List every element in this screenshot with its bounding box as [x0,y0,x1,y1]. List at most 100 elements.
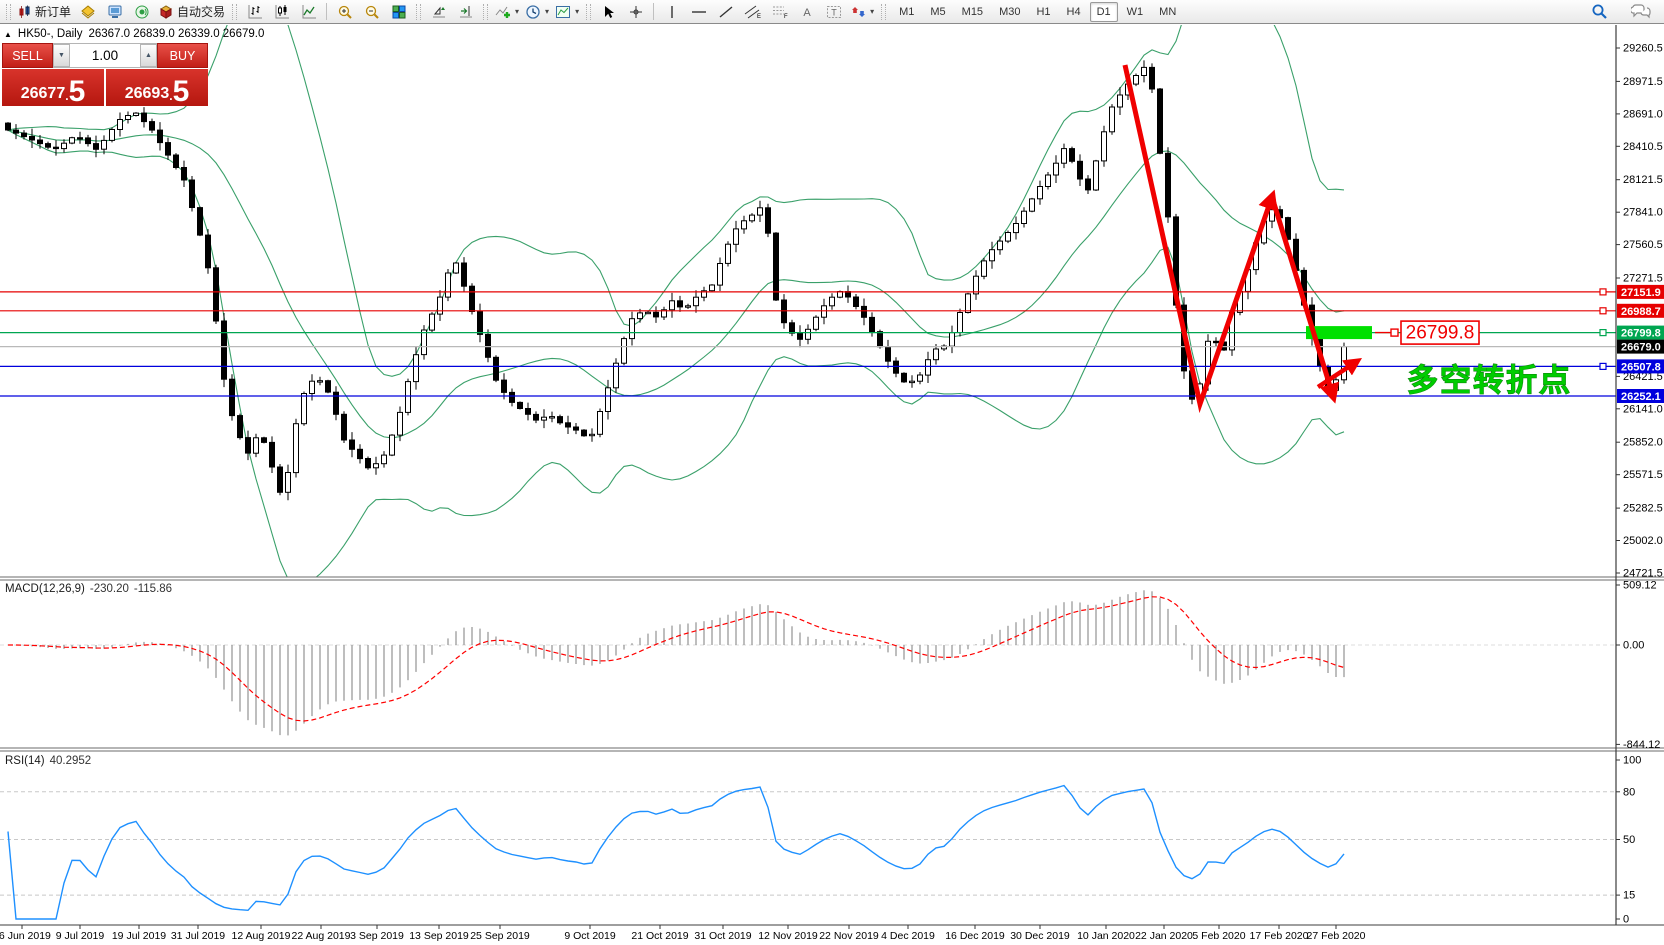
toolbar-separator [326,3,328,20]
svg-text:27841.0: 27841.0 [1623,207,1663,219]
svg-text:80: 80 [1623,786,1635,798]
svg-text:19 Jul 2019: 19 Jul 2019 [112,930,166,942]
cursor-button[interactable] [595,2,622,22]
svg-text:4 Dec 2019: 4 Dec 2019 [881,930,935,942]
toolbar-separator [653,3,655,20]
chat-button[interactable] [1627,2,1654,22]
candlestick-chart-button[interactable] [268,2,295,22]
svg-text:26679.0: 26679.0 [1621,342,1661,354]
svg-text:25852.0: 25852.0 [1623,437,1663,449]
svg-text:16 Dec 2019: 16 Dec 2019 [945,930,1005,942]
zoom-in-button[interactable] [331,2,358,22]
svg-text:509.12: 509.12 [1623,580,1657,592]
bar-chart-button[interactable] [241,2,268,22]
svg-text:E: E [757,14,761,19]
annotation-text: 多空转折点 [1407,363,1572,398]
new-order-label: 新订单 [35,5,72,19]
svg-text:10 Jan 2020: 10 Jan 2020 [1077,930,1135,942]
rsi-value: 40.2952 [49,755,92,767]
toolbar-grip[interactable] [232,3,238,20]
timeframe-mn[interactable]: MN [1152,2,1183,22]
svg-text:5 Feb 2020: 5 Feb 2020 [1192,930,1245,942]
trendline-button[interactable] [712,2,739,22]
svg-text:F: F [784,14,788,19]
volume-decrease-button[interactable]: ▼ [53,44,70,67]
timeframe-d1[interactable]: D1 [1089,1,1118,22]
svg-text:25282.5: 25282.5 [1623,503,1663,515]
quotes-button[interactable] [74,2,101,22]
indicators-dropdown-caret: ▾ [515,6,520,16]
profile-button[interactable] [101,2,128,22]
sell-price-box[interactable]: 26677 . 5 [2,69,104,106]
chart-title: ▲ HK50-, Daily 26367.0 26839.0 26339.0 2… [4,28,264,40]
tile-windows-button[interactable] [385,2,412,22]
text-label-icon: T [826,5,842,19]
toolbar-grip[interactable] [416,3,422,20]
svg-text:30 Dec 2019: 30 Dec 2019 [1010,930,1070,942]
fibonacci-button[interactable]: F [766,2,793,22]
timeframe-m5[interactable]: M5 [923,2,952,22]
timeframe-m1[interactable]: M1 [892,2,921,22]
search-icon [1591,3,1608,20]
new-order-icon [18,5,32,19]
new-order-button[interactable]: 新订单 [15,2,74,22]
volume-increase-button[interactable]: ▲ [140,44,157,67]
svg-text:28691.0: 28691.0 [1623,108,1663,120]
bar-chart-icon [247,4,263,20]
zoom-out-button[interactable] [358,2,385,22]
svg-text:27560.5: 27560.5 [1623,239,1663,251]
timeframe-m15[interactable]: M15 [955,2,990,22]
rsi-indicator-label: RSI(14) 40.2952 [5,755,91,767]
signals-button[interactable] [128,2,155,22]
toolbar-grip[interactable] [881,3,887,20]
svg-text:12 Nov 2019: 12 Nov 2019 [758,930,818,942]
horizontal-line-button[interactable] [685,2,712,22]
autotrade-icon [158,4,174,20]
search-button[interactable] [1586,2,1613,22]
chat-icon [1630,3,1651,20]
svg-text:T: T [831,7,837,17]
auto-scroll-icon [431,4,447,20]
svg-text:28410.5: 28410.5 [1623,141,1663,153]
svg-text:17 Feb 2020: 17 Feb 2020 [1250,930,1309,942]
indicators-button[interactable]: ▾ [492,2,522,22]
templates-button[interactable]: ▾ [552,2,582,22]
candlestick-chart-icon [274,4,290,20]
equidistant-channel-button[interactable]: E [739,2,766,22]
text-button[interactable]: A [793,2,820,22]
timeframe-group: M1 M5 M15 M30 H1 H4 D1 W1 MN [892,1,1183,22]
arrows-tool-button[interactable]: ▾ [847,2,877,22]
svg-text:-844.12: -844.12 [1623,739,1660,751]
sell-button[interactable]: SELL [2,43,53,68]
svg-text:28971.5: 28971.5 [1623,76,1663,88]
periods-button[interactable]: ▾ [522,2,552,22]
svg-text:26141.0: 26141.0 [1623,403,1663,415]
arrows-dropdown-caret: ▾ [870,6,875,16]
buy-button[interactable]: BUY [157,43,208,68]
price-chart-canvas[interactable]: 26799.8 多空转折点 29260.5 28971.5 28691.0 28410.5… [0,0,1664,945]
crosshair-button[interactable] [622,2,649,22]
autotrade-button[interactable]: 自动交易 [155,2,228,22]
chart-collapse-icon[interactable]: ▲ [4,30,12,39]
svg-text:24721.5: 24721.5 [1623,568,1663,580]
svg-text:50: 50 [1623,834,1635,846]
chart-symbol-period: HK50-, Daily [17,28,83,40]
timeframe-m30[interactable]: M30 [992,2,1027,22]
line-chart-button[interactable] [295,2,322,22]
one-click-trading-panel: SELL ▼ ▲ BUY 26677 . 5 26693 . 5 [2,43,208,106]
templates-dropdown-caret: ▾ [575,6,580,16]
volume-input[interactable] [70,44,140,67]
toolbar-grip[interactable] [586,3,592,20]
chart-shift-button[interactable] [452,2,479,22]
trendline-icon [718,5,734,19]
macd-value-main: -230.20 [89,583,129,595]
text-label-button[interactable]: T [820,2,847,22]
vertical-line-button[interactable] [658,2,685,22]
auto-scroll-button[interactable] [425,2,452,22]
toolbar-grip[interactable] [6,3,11,20]
toolbar-grip[interactable] [483,3,489,20]
timeframe-h4[interactable]: H4 [1060,2,1088,22]
timeframe-w1[interactable]: W1 [1120,2,1151,22]
buy-price-box[interactable]: 26693 . 5 [106,69,208,106]
timeframe-h1[interactable]: H1 [1029,2,1057,22]
